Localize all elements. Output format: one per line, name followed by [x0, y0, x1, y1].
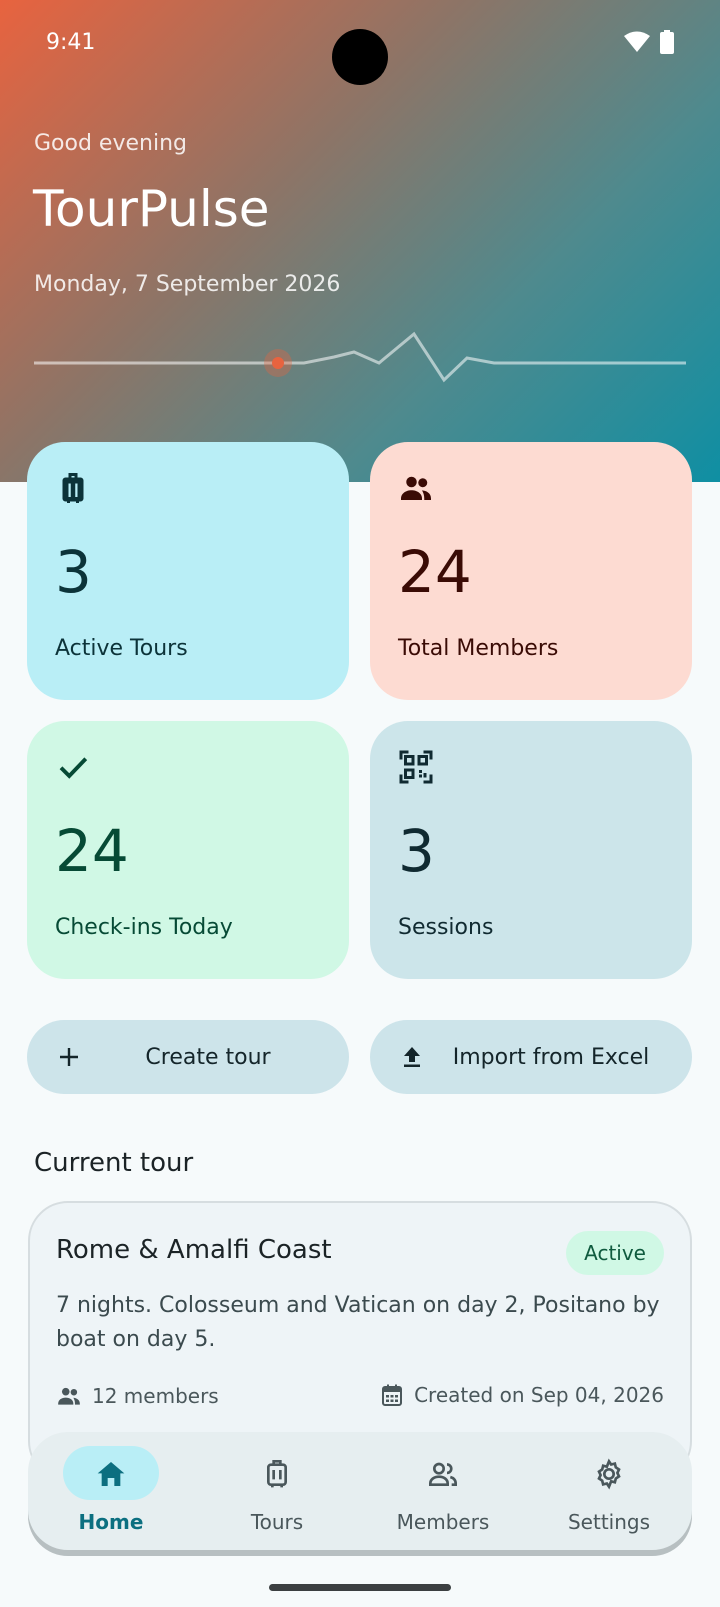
import-excel-button[interactable]: Import from Excel — [370, 1020, 692, 1094]
created-text: Created on Sep 04, 2026 — [414, 1383, 664, 1407]
stat-label: Check-ins Today — [55, 915, 233, 940]
home-indicator[interactable] — [269, 1584, 451, 1591]
group-icon — [401, 476, 431, 500]
create-tour-button[interactable]: Create tour — [27, 1020, 349, 1094]
stat-label: Active Tours — [55, 636, 188, 661]
status-bar: 9:41 — [0, 0, 720, 86]
stat-card-checkins-today[interactable]: 24 Check-ins Today — [27, 721, 349, 979]
stat-card-total-members[interactable]: 24 Total Members — [370, 442, 692, 700]
stat-label: Sessions — [398, 915, 494, 940]
nav-label: Members — [396, 1510, 490, 1534]
tour-members-count: 12 members — [56, 1383, 219, 1409]
nav-label: Tours — [250, 1510, 304, 1534]
wifi-icon — [624, 31, 650, 52]
members-icon — [429, 1462, 457, 1486]
stat-value: 24 — [398, 538, 472, 606]
home-icon — [97, 1462, 125, 1486]
pulse-dot — [272, 357, 284, 369]
nav-item-home[interactable]: Home — [28, 1432, 194, 1550]
members-text: 12 members — [92, 1384, 219, 1408]
current-date: Monday, 7 September 2026 — [34, 272, 341, 297]
nav-item-members[interactable]: Members — [360, 1432, 526, 1550]
greeting: Good evening — [34, 131, 187, 156]
group-icon — [58, 1387, 80, 1405]
stat-value: 3 — [398, 817, 435, 885]
nav-label: Settings — [567, 1510, 651, 1534]
nav-item-tours[interactable]: Tours — [194, 1432, 360, 1550]
stat-value: 24 — [55, 817, 129, 885]
nav-label: Home — [78, 1510, 144, 1534]
status-time: 9:41 — [46, 30, 96, 55]
luggage-icon — [62, 473, 84, 503]
status-icons — [624, 30, 674, 54]
stat-label: Total Members — [398, 636, 559, 661]
settings-icon — [597, 1458, 621, 1490]
pulse-line — [34, 331, 686, 383]
tour-created-date: Created on Sep 04, 2026 — [380, 1383, 664, 1407]
app-title: TourPulse — [33, 180, 270, 238]
camera-cutout — [332, 29, 388, 85]
luggage-icon — [267, 1460, 287, 1488]
qr-code-icon — [399, 750, 433, 784]
stat-card-sessions[interactable]: 3 Sessions — [370, 721, 692, 979]
tour-description: 7 nights. Colosseum and Vatican on day 2… — [56, 1293, 660, 1352]
stat-value: 3 — [55, 538, 92, 606]
calendar-icon — [382, 1384, 403, 1406]
section-title-current-tour: Current tour — [34, 1148, 194, 1178]
check-icon — [59, 757, 88, 779]
nav-item-settings[interactable]: Settings — [526, 1432, 692, 1550]
battery-icon — [660, 30, 674, 54]
upload-icon — [404, 1047, 420, 1067]
plus-icon — [60, 1048, 78, 1066]
status-badge: Active — [566, 1231, 664, 1275]
tour-name: Rome & Amalfi Coast — [56, 1235, 332, 1265]
bottom-navigation: Home Tours Members Settings — [28, 1432, 692, 1550]
stat-card-active-tours[interactable]: 3 Active Tours — [27, 442, 349, 700]
